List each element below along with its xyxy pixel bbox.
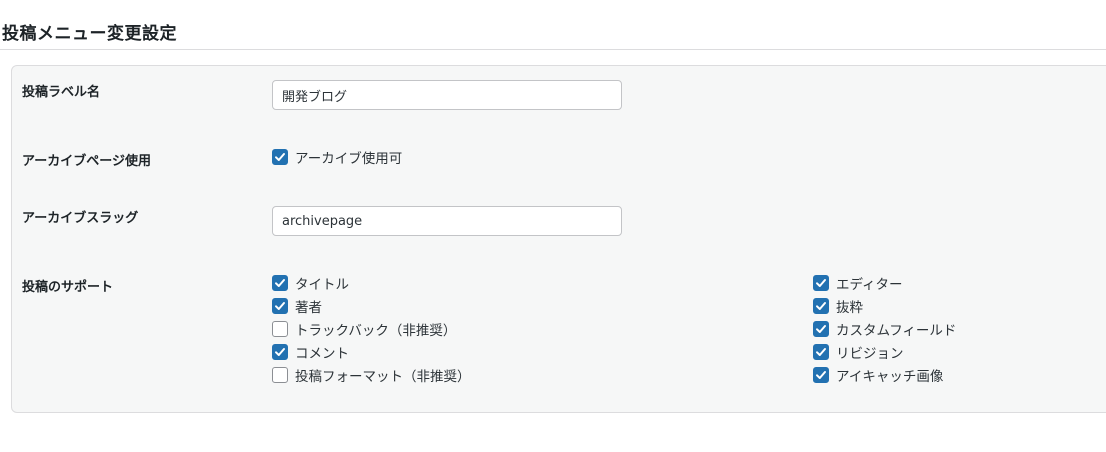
checkbox-checked-icon[interactable] [272,149,288,165]
archive-slug-label: アーカイブスラッグ [22,211,139,226]
archive-use-checkbox[interactable]: アーカイブ使用可 [272,148,403,167]
checkbox-checked-icon[interactable] [272,344,288,360]
support-checkbox[interactable]: 投稿フォーマット（非推奨） [272,366,471,385]
checkbox-checked-icon[interactable] [813,298,829,314]
support-checkbox-label: カスタムフィールド [836,323,957,339]
support-checkbox-label: タイトル [295,277,349,293]
support-checkbox[interactable]: リビジョン [813,343,904,362]
page-title: 投稿メニュー変更設定 [2,24,177,44]
checkbox-checked-icon[interactable] [272,275,288,291]
supports-label: 投稿のサポート [22,280,114,295]
support-checkbox-label: 投稿フォーマット（非推奨） [295,369,471,385]
support-checkbox[interactable]: 抜粋 [813,297,863,316]
support-checkbox-label: エディター [836,277,903,293]
support-checkbox[interactable]: エディター [813,274,903,293]
support-checkbox[interactable]: カスタムフィールド [813,320,957,339]
support-checkbox[interactable]: タイトル [272,274,349,293]
archive-slug-input[interactable] [272,206,622,236]
settings-panel [11,65,1106,413]
support-checkbox-label: 抜粋 [836,300,863,316]
support-checkbox-label: トラックバック（非推奨） [295,323,457,339]
support-checkbox-label: コメント [295,346,349,362]
checkbox-checked-icon[interactable] [813,321,829,337]
support-checkbox[interactable]: 著者 [272,297,322,316]
support-checkbox[interactable]: トラックバック（非推奨） [272,320,457,339]
archive-use-label: アーカイブページ使用 [22,154,151,169]
label-name-input[interactable] [272,80,622,110]
checkbox-checked-icon[interactable] [813,367,829,383]
label-name-label: 投稿ラベル名 [22,85,101,100]
support-checkbox[interactable]: コメント [272,343,349,362]
checkbox-checked-icon[interactable] [813,275,829,291]
archive-use-checkbox-label: アーカイブ使用可 [295,151,403,167]
checkbox-checked-icon[interactable] [813,344,829,360]
support-checkbox-label: 著者 [295,300,322,316]
support-checkbox[interactable]: アイキャッチ画像 [813,366,944,385]
title-divider [0,49,1106,50]
support-checkbox-label: アイキャッチ画像 [836,369,944,385]
checkbox-unchecked-icon[interactable] [272,321,288,337]
support-checkbox-label: リビジョン [836,346,904,362]
checkbox-unchecked-icon[interactable] [272,367,288,383]
checkbox-checked-icon[interactable] [272,298,288,314]
